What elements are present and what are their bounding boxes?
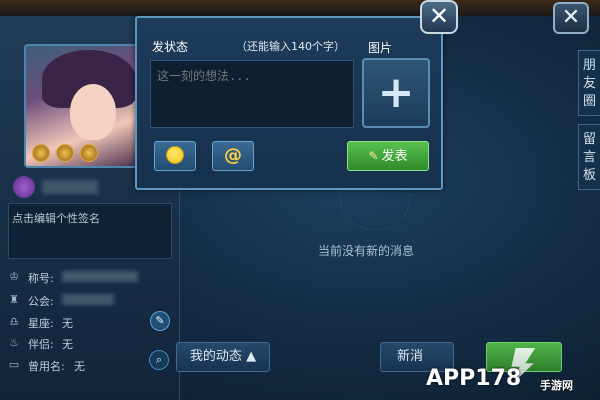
mention-button[interactable]: @ — [212, 141, 254, 171]
top-border-strip — [0, 0, 600, 16]
smiley-icon — [166, 146, 184, 164]
info-label: 星座: — [28, 317, 54, 330]
image-label: 图片 — [368, 41, 393, 55]
avatar[interactable] — [24, 44, 140, 168]
guild-icon: ♜ — [9, 293, 19, 306]
info-label: 称号: — [28, 272, 54, 285]
empty-feed-message: 当前没有新的消息 — [318, 244, 415, 258]
dialog-close-button[interactable]: ✕ — [420, 0, 458, 34]
dialog-title: 发状态 — [152, 40, 189, 54]
search-icon[interactable]: ⌕ — [149, 350, 169, 370]
triangle-up-icon: ▲ — [241, 349, 257, 364]
post-button[interactable]: ✎ 发表 — [347, 141, 429, 171]
info-row-former-name: ▭ 曾用名: 无 — [8, 356, 168, 374]
my-feed-button[interactable]: 我的动态 ▲ — [176, 342, 270, 372]
my-feed-label: 我的动态 — [189, 349, 242, 364]
watermark-text: APP178 — [426, 366, 522, 391]
tab-moments[interactable]: 朋友圈 — [578, 50, 600, 116]
info-row-guild: ♜ 公会: — [8, 291, 168, 309]
flame-icon: ♨ — [9, 336, 19, 349]
info-label: 伴侣: — [28, 338, 54, 351]
char-limit-hint: （还能输入140个字） — [236, 40, 345, 53]
info-value: 无 — [62, 338, 73, 351]
info-row-zodiac: ♎ 星座: 无 — [8, 313, 168, 331]
status-input[interactable] — [150, 60, 354, 128]
info-label: 曾用名: — [28, 360, 65, 373]
pencil-icon: ✎ — [368, 149, 379, 163]
avatar-face — [70, 84, 116, 140]
rank-badge-icon — [80, 144, 98, 162]
info-row-title: ♔ 称号: — [8, 268, 168, 286]
info-value-redacted — [62, 294, 114, 305]
info-value-redacted — [62, 271, 138, 282]
player-name-redacted — [42, 180, 98, 194]
signature-placeholder: 点击编辑个性签名 — [12, 212, 100, 225]
watermark-subtext: 手游网 — [540, 379, 573, 392]
info-row-partner: ♨ 伴侣: 无 — [8, 334, 168, 352]
trophy-icon: ♔ — [9, 270, 19, 283]
info-value: 无 — [74, 360, 85, 373]
rank-badge-icon — [32, 144, 50, 162]
edit-pencil-icon[interactable]: ✎ — [150, 311, 170, 331]
plus-icon: + — [377, 67, 415, 118]
rank-badge-icon — [56, 144, 74, 162]
card-icon: ▭ — [8, 358, 20, 371]
tab-moments-label: 朋友圈 — [582, 58, 596, 109]
tab-message-board[interactable]: 留言板 — [578, 124, 600, 190]
post-button-label: 发表 — [381, 149, 408, 164]
zodiac-icon: ♎ — [9, 315, 19, 328]
tab-message-board-label: 留言板 — [582, 132, 596, 183]
info-label: 公会: — [28, 295, 54, 308]
info-value: 无 — [62, 317, 73, 330]
player-emblem-icon — [13, 176, 35, 198]
window-close-button[interactable]: ✕ — [553, 2, 589, 34]
